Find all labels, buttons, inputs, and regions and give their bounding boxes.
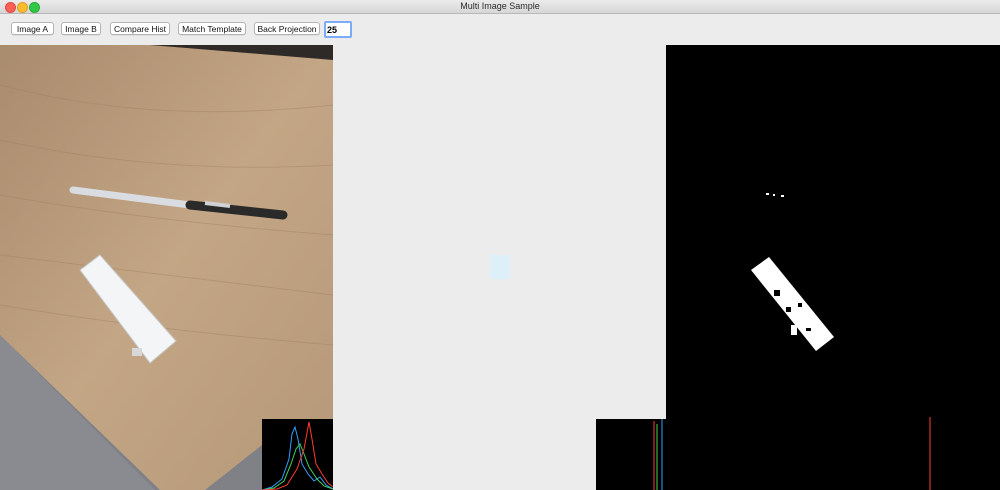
back-projection-view — [666, 45, 1000, 490]
back-projection-result — [666, 45, 1000, 490]
threshold-input[interactable] — [324, 21, 352, 38]
image-a-button[interactable]: Image A — [11, 22, 54, 35]
compare-hist-button[interactable]: Compare Hist — [110, 22, 170, 35]
image-a-view — [0, 45, 333, 490]
back-projection-button[interactable]: Back Projection — [254, 22, 320, 35]
window-titlebar: Multi Image Sample — [0, 0, 1000, 14]
toolbar: Image A Image B Compare Hist Match Templ… — [0, 14, 1000, 45]
template-patch — [490, 255, 510, 279]
histogram-a — [262, 419, 333, 490]
image-b-button[interactable]: Image B — [61, 22, 101, 35]
match-template-button[interactable]: Match Template — [178, 22, 246, 35]
histogram-b — [596, 419, 666, 490]
window-title: Multi Image Sample — [460, 1, 540, 11]
